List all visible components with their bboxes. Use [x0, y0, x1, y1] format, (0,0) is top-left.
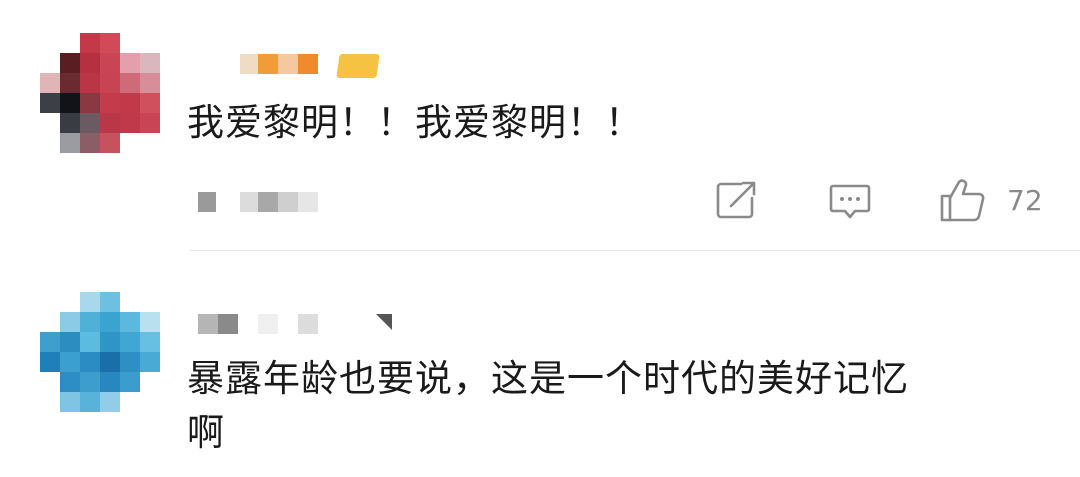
avatar[interactable]	[40, 292, 160, 412]
like-count: 72	[1007, 184, 1043, 217]
avatar[interactable]	[40, 33, 160, 153]
reply-button[interactable]	[828, 182, 872, 222]
comment-text: 暴露年龄也要说，这是一个时代的美好记忆 啊	[187, 357, 909, 454]
user-badge-icon	[376, 314, 392, 330]
user-badge-icon	[336, 54, 380, 78]
comment-text: 我爱黎明！！我爱黎明！！	[187, 101, 643, 144]
share-button[interactable]	[715, 180, 759, 220]
share-icon	[715, 180, 759, 220]
comment-item: 我爱黎明！！我爱黎明！！ 72	[0, 0, 1080, 252]
comment-icon	[828, 182, 872, 222]
divider	[190, 250, 1080, 251]
comment-item: 暴露年龄也要说，这是一个时代的美好记忆 啊	[0, 252, 1080, 477]
like-button[interactable]	[938, 176, 988, 224]
thumbs-up-icon	[938, 176, 988, 224]
